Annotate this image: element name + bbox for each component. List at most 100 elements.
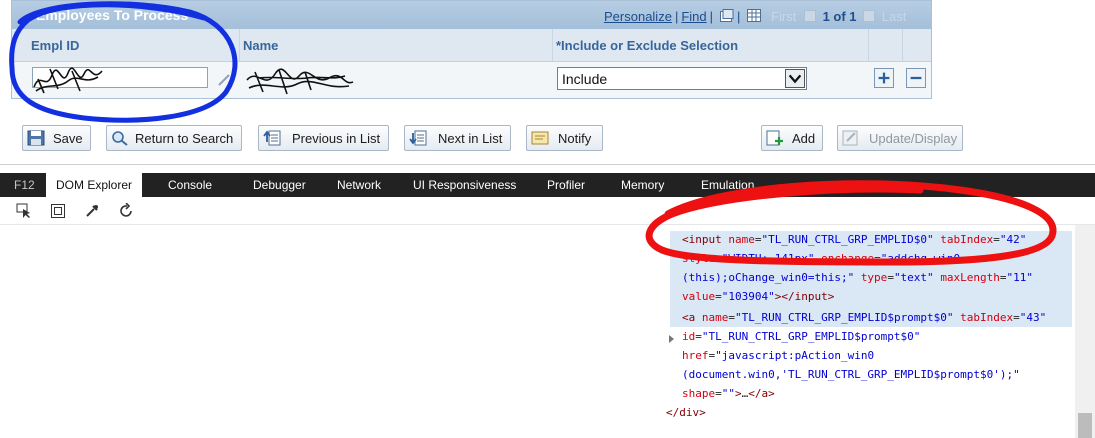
attribute-value: "103904" [721,290,775,303]
color-picker-icon[interactable] [84,203,100,219]
attribute-name: maxLength [940,271,1000,284]
scrollbar-thumb[interactable] [1078,413,1092,438]
dom-code-line[interactable]: shape="">…</a> [682,387,775,400]
attribute-name: name [701,311,729,324]
code-text: = [887,271,894,284]
peoplesoft-page: Employees To Process Personalize | Find | | … [0,0,1095,172]
update-display-icon [842,130,858,146]
first-label: First [771,9,797,24]
f12-label: F12 [14,178,35,192]
view-all-icon[interactable] [720,9,734,22]
previous-in-list-label: Previous in List [292,131,381,146]
nav-separator: | [737,9,741,24]
attribute-value: "TL_RUN_CTRL_GRP_EMPLID$prompt$0" [701,330,921,343]
tab-ui-responsiveness[interactable]: UI Responsiveness [413,173,516,197]
code-text: = [1013,311,1020,324]
dom-tree: <input name="TL_RUN_CTRL_GRP_EMPLID$0" t… [0,225,1075,438]
dom-code-line[interactable]: (this);oChange_win0=this;" type="text" m… [682,271,1033,284]
html-tag-text: </a> [748,387,775,400]
next-in-list-label: Next in List [438,131,503,146]
code-text: = [993,233,1000,246]
attribute-name: tabIndex [960,311,1014,324]
previous-row-arrow-icon[interactable] [803,10,816,22]
developer-tools-panel: F12 DOM Explorer Console Debugger Networ… [0,164,1095,438]
attribute-name: tabIndex [940,233,994,246]
update-display-button[interactable]: Update/Display [837,125,963,151]
attribute-name: shape [682,387,716,400]
tab-dom-explorer[interactable]: DOM Explorer [46,173,143,197]
attribute-value: "TL_RUN_CTRL_GRP_EMPLID$prompt$0" [735,311,954,324]
tab-debugger[interactable]: Debugger [253,173,306,197]
attribute-value: "TL_RUN_CTRL_GRP_EMPLID$0" [761,233,934,246]
delete-row-icon[interactable] [906,68,926,88]
dom-code-line[interactable]: </div> [666,406,706,419]
add-button[interactable]: Add [761,125,823,151]
code-text: = [715,387,722,400]
vertical-scrollbar[interactable] [1075,225,1095,438]
notify-label: Notify [558,131,592,146]
chevron-down-icon[interactable] [785,69,805,88]
code-text: = [715,290,722,303]
expand-node-arrow-icon[interactable] [669,335,674,343]
notify-icon [531,131,549,145]
lookup-icon[interactable] [217,74,231,86]
select-element-icon[interactable] [16,203,32,219]
dom-code-line[interactable]: value="103904"></input> [682,290,834,303]
dom-code-line[interactable]: style="WIDTH: 141px" onchange="addchg_wi… [682,252,960,265]
redacted-name-scribble [246,68,354,95]
grid-header: Employees To Process Personalize | Find | | … [12,1,931,29]
refresh-icon[interactable] [118,203,134,219]
attribute-name: onchange [821,252,875,265]
dom-code-line[interactable]: <input name = "TL_RUN_CTRL_GRP_EMPLID$0" t… [682,233,1026,246]
attribute-value: (document.win0,'TL_RUN_CTRL_GRP_EMPLID$p… [682,368,1020,381]
tab-memory[interactable]: Memory [621,173,664,197]
attribute-value: "" [721,387,735,400]
tab-network[interactable]: Network [337,173,381,197]
grid-download-icon[interactable] [747,9,762,22]
employees-grid: Employees To Process Personalize | Find | | … [11,0,932,99]
dom-code-line[interactable]: (document.win0,'TL_RUN_CTRL_GRP_EMPLID$p… [682,368,1020,381]
save-button[interactable]: Save [22,125,91,151]
nav-separator: | [674,9,679,24]
tab-console[interactable]: Console [168,173,212,197]
include-exclude-select-value: Include [562,71,608,87]
html-tag-text: ></input> [774,290,835,303]
previous-in-list-button[interactable]: Previous in List [258,125,389,151]
code-text: = [999,271,1007,284]
tab-profiler[interactable]: Profiler [547,173,585,197]
return-to-search-button[interactable]: Return to Search [106,125,242,151]
nav-separator: | [709,9,714,24]
html-tag-text: <a [682,311,702,324]
dom-code-line[interactable]: href="javascript:pAction_win0 [682,349,874,362]
redacted-emplid-scribble [33,67,103,94]
find-link[interactable]: Find [681,9,706,24]
next-in-list-button[interactable]: Next in List [404,125,511,151]
table-row: Include [12,62,931,98]
attribute-name: value [682,290,716,303]
column-header-include: *Include or Exclude Selection [556,38,739,53]
column-header-emplid: Empl ID [31,38,80,53]
attribute-name: name [728,233,755,246]
attribute-value: "43" [1019,311,1047,324]
html-tag-text: </div> [666,406,706,419]
column-header-name: Name [243,38,279,53]
save-label: Save [53,131,83,146]
previous-list-icon [263,130,281,146]
tab-emulation[interactable]: Emulation [701,173,754,197]
return-to-search-label: Return to Search [135,131,234,146]
attribute-name: href [682,349,709,362]
dom-explorer-toolbar [0,197,1095,225]
search-icon [112,131,128,146]
attribute-value: "addchg_win0 [880,252,961,265]
code-text: = [695,330,702,343]
notify-button[interactable]: Notify [526,125,603,151]
grid-navigation: Personalize | Find | | First 1 of 1 Last [604,9,906,24]
dom-code-line[interactable]: id="TL_RUN_CTRL_GRP_EMPLID$prompt$0" [682,330,920,343]
attribute-value: "javascript:pAction_win0 [715,349,875,362]
personalize-link[interactable]: Personalize [604,9,672,24]
add-row-icon[interactable] [874,68,894,88]
dom-code-line[interactable]: <a name = "TL_RUN_CTRL_GRP_EMPLID$prompt$0… [682,311,1046,324]
include-exclude-select[interactable]: Include [557,67,807,90]
next-row-arrow-icon[interactable] [863,10,876,22]
highlight-element-icon[interactable] [50,203,66,219]
